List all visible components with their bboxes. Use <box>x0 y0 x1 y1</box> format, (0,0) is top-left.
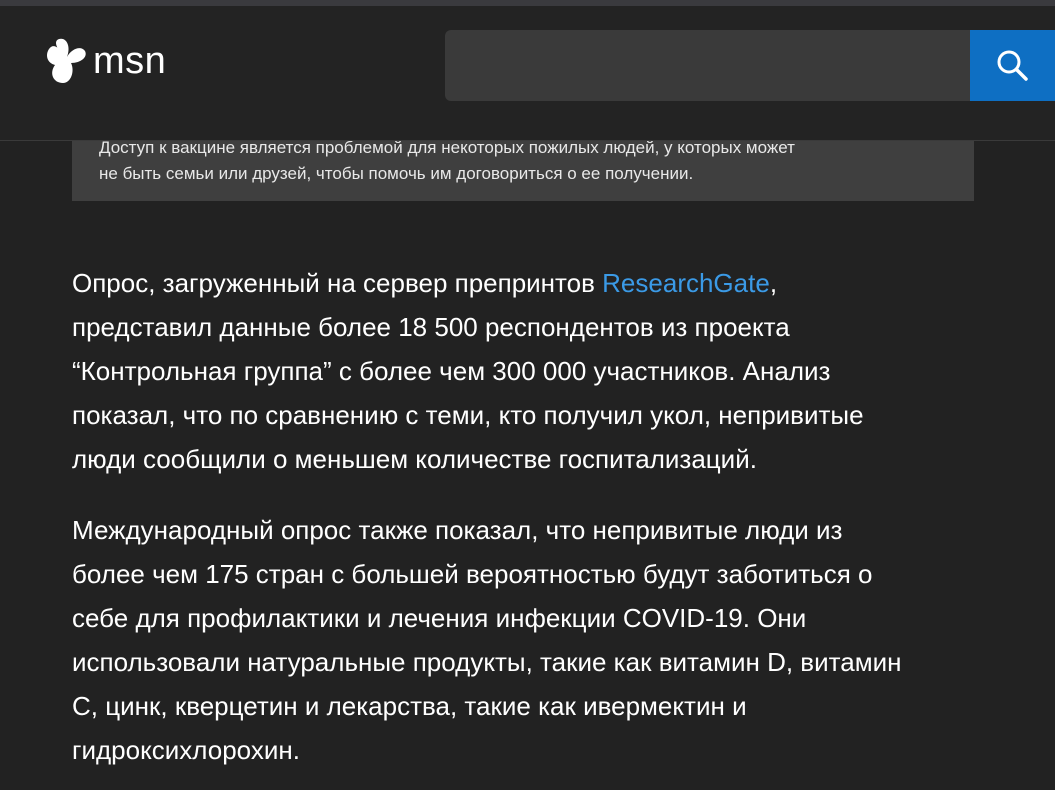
paragraph-line: гидроксихлорохин. <box>72 735 300 765</box>
paragraph-line: представил данные более 18 500 респонден… <box>72 312 790 342</box>
paragraph-line: использовали натуральные продукты, такие… <box>72 647 902 677</box>
paragraph-line: показал, что по сравнению с теми, кто по… <box>72 400 864 430</box>
page: Доступ к вакцине является проблемой для … <box>0 0 1055 790</box>
paragraph-line: “Контрольная группа” с более чем 300 000… <box>72 356 831 386</box>
site-header: msn <box>0 6 1055 141</box>
paragraph-line: C, цинк, кверцетин и лекарства, такие ка… <box>72 691 747 721</box>
msn-logo[interactable]: msn <box>45 33 166 89</box>
researchgate-link[interactable]: ResearchGate <box>602 268 770 298</box>
article-paragraph-2: Международный опрос также показал, что н… <box>72 508 1002 772</box>
paragraph-text: , <box>769 268 778 298</box>
search-button[interactable] <box>970 30 1055 101</box>
caption-line: не быть семьи или друзей, чтобы помочь и… <box>99 164 694 183</box>
paragraph-text: Опрос, загруженный на сервер препринтов <box>72 268 603 298</box>
article-paragraph-1: Опрос, загруженный на сервер препринтов … <box>72 261 1002 481</box>
logo-text: msn <box>93 40 167 82</box>
paragraph-line: люди сообщили о меньшем количестве госпи… <box>72 444 757 474</box>
paragraph-line: более чем 175 стран с большей вероятност… <box>72 559 873 589</box>
paragraph-line: Международный опрос также показал, что н… <box>72 515 843 545</box>
search-input[interactable] <box>445 30 970 101</box>
search-bar <box>445 30 1055 101</box>
paragraph-line: себе для профилактики и лечения инфекции… <box>72 603 807 633</box>
paragraph-line: Опрос, загруженный на сервер препринтов … <box>72 261 1002 305</box>
search-icon <box>997 50 1028 81</box>
msn-butterfly-icon <box>47 38 86 83</box>
